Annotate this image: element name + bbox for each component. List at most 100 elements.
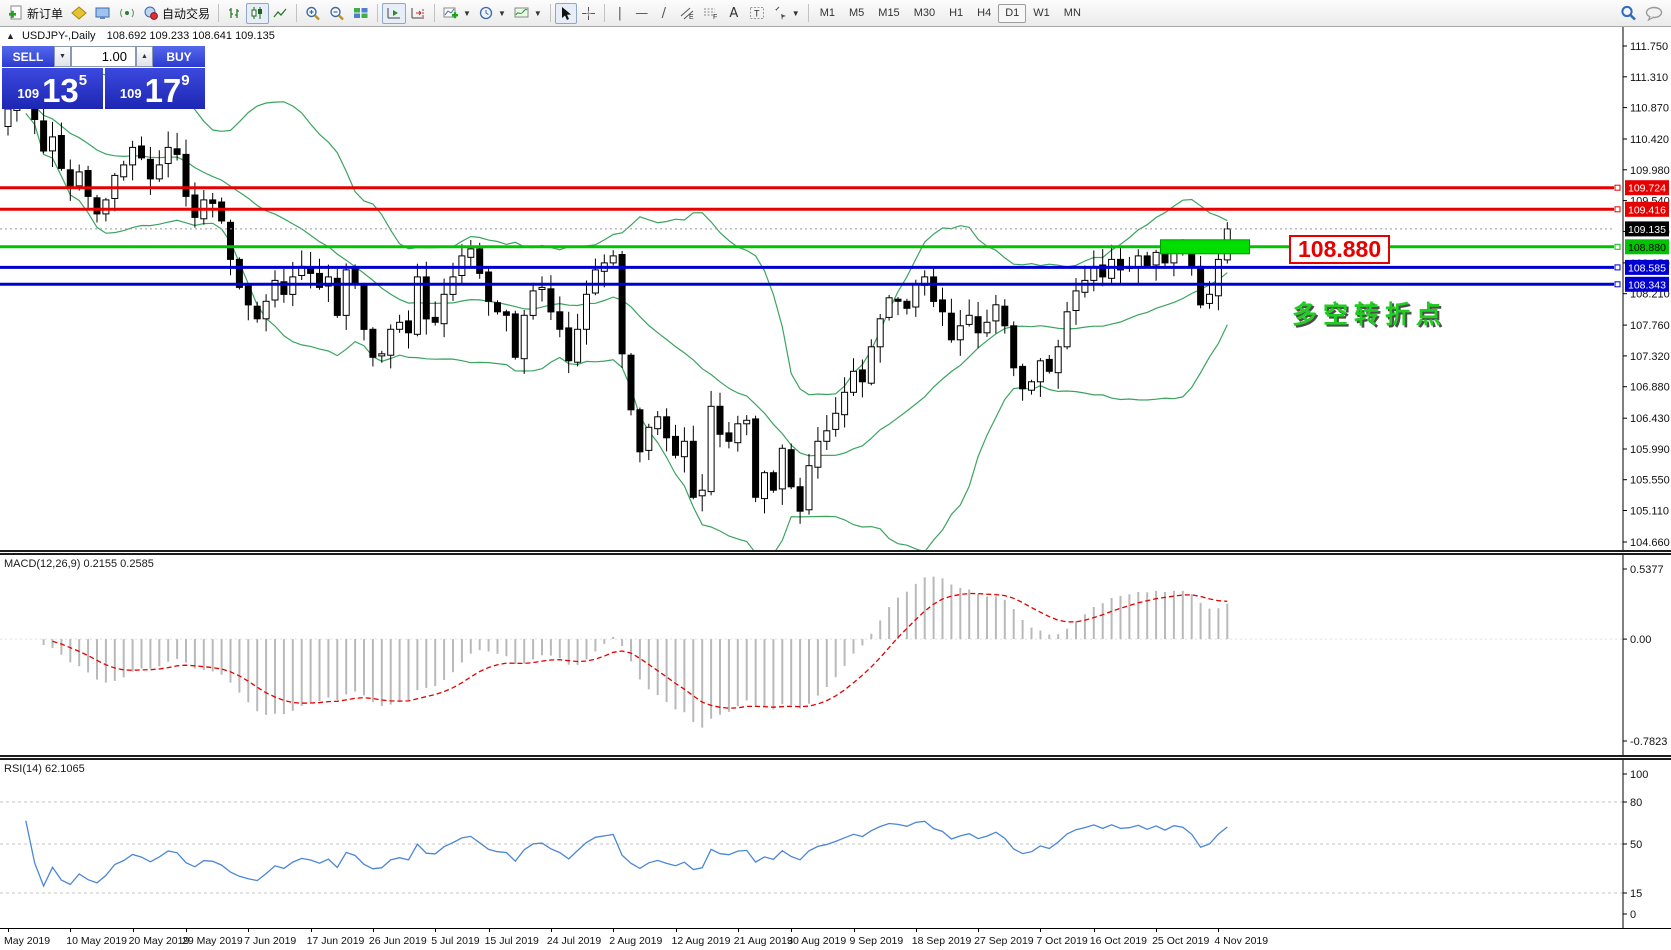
volume-increase-button[interactable]: ▲ xyxy=(136,46,153,67)
terminal-button[interactable] xyxy=(91,3,115,24)
date-tick xyxy=(1218,929,1219,932)
text-label-tool-button[interactable]: T xyxy=(745,3,769,24)
trendline-tool-button[interactable]: / xyxy=(653,3,675,24)
auto-scroll-button[interactable] xyxy=(382,3,406,24)
date-tick xyxy=(133,929,134,932)
tile-windows-button[interactable] xyxy=(349,3,373,24)
sell-button[interactable]: SELL xyxy=(2,46,54,67)
svg-text:108.585: 108.585 xyxy=(1628,262,1666,274)
timeframe-mn-button[interactable]: MN xyxy=(1057,4,1088,23)
timeframe-m15-button[interactable]: M15 xyxy=(871,4,906,23)
main-toolbar: 新订单 自动交易 xyxy=(0,0,1671,27)
dropdown-caret-icon: ▼ xyxy=(534,9,542,18)
new-order-label: 新订单 xyxy=(27,5,63,22)
date-label: 2 Aug 2019 xyxy=(609,935,662,947)
toolbar-separator xyxy=(550,4,551,22)
svg-text:104.660: 104.660 xyxy=(1630,537,1670,549)
volume-input[interactable]: 1.00 xyxy=(71,46,136,67)
buy-price-display[interactable]: 109 17 9 xyxy=(105,68,206,109)
cursor-tool-button[interactable] xyxy=(555,3,577,24)
text-tool-button[interactable]: A xyxy=(723,3,745,24)
svg-text:T: T xyxy=(754,9,760,19)
macd-histogram xyxy=(44,577,1228,728)
date-tick xyxy=(186,929,187,932)
timeframe-w1-button[interactable]: W1 xyxy=(1026,4,1057,23)
new-order-button[interactable]: 新订单 xyxy=(4,3,67,24)
tile-windows-icon xyxy=(353,6,369,20)
chart-symbol-label: USDJPY-,Daily xyxy=(22,30,96,42)
fibonacci-icon: F xyxy=(703,6,719,20)
svg-text:107.760: 107.760 xyxy=(1630,320,1670,332)
date-tick xyxy=(551,929,552,932)
svg-text:106.430: 106.430 xyxy=(1630,413,1670,425)
vertical-line-tool-button[interactable]: | xyxy=(609,3,631,24)
market-watch-button[interactable] xyxy=(67,3,91,24)
search-button[interactable] xyxy=(1616,3,1641,24)
bar-chart-mode-button[interactable] xyxy=(223,3,246,24)
terminal-icon xyxy=(95,6,111,20)
date-tick xyxy=(613,929,614,932)
price-level-callout[interactable]: 108.880 xyxy=(1289,235,1390,264)
template-icon xyxy=(514,6,530,20)
candlestick-chart[interactable]: 111.750111.310110.870110.420109.980109.5… xyxy=(0,27,1671,550)
date-tick xyxy=(8,929,9,932)
turning-point-annotation[interactable]: 多空转折点 xyxy=(1292,295,1447,331)
timeframe-m5-button[interactable]: M5 xyxy=(842,4,871,23)
sell-price-pip: 5 xyxy=(79,72,87,89)
timeframe-d1-button[interactable]: D1 xyxy=(998,4,1026,23)
svg-text:108.880: 108.880 xyxy=(1628,242,1666,254)
svg-text:106.880: 106.880 xyxy=(1630,382,1670,394)
svg-text:-0.7823: -0.7823 xyxy=(1630,736,1667,748)
date-axis[interactable]: May 201910 May 201920 May 201929 May 201… xyxy=(0,928,1671,950)
zoom-out-button[interactable] xyxy=(325,3,349,24)
indicators-button[interactable]: ▼ xyxy=(439,3,475,24)
rsi-chart[interactable]: 1008050150 xyxy=(0,760,1671,928)
crosshair-tool-button[interactable] xyxy=(577,3,600,24)
collapse-trade-panel-icon[interactable]: ▲ xyxy=(6,31,15,41)
fibonacci-tool-button[interactable]: F xyxy=(699,3,723,24)
zoom-out-icon xyxy=(329,6,345,21)
date-label: 7 Jun 2019 xyxy=(244,935,296,947)
text-icon: A xyxy=(729,6,738,21)
date-label: 29 May 2019 xyxy=(182,935,243,947)
timeframe-h1-button[interactable]: H1 xyxy=(942,4,970,23)
candlestick-mode-button[interactable] xyxy=(246,3,269,24)
signals-button[interactable] xyxy=(115,3,139,24)
horizontal-line-tool-button[interactable]: — xyxy=(631,3,653,24)
templates-button[interactable]: ▼ xyxy=(510,3,546,24)
timeframe-h4-button[interactable]: H4 xyxy=(970,4,998,23)
svg-text:80: 80 xyxy=(1630,797,1642,809)
periods-button[interactable]: ▼ xyxy=(475,3,510,24)
line-chart-icon xyxy=(273,6,288,20)
chat-button[interactable] xyxy=(1641,3,1667,24)
timeframe-m30-button[interactable]: M30 xyxy=(907,4,942,23)
buy-button[interactable]: BUY xyxy=(153,46,205,67)
date-label: 27 Sep 2019 xyxy=(974,935,1034,947)
date-label: 15 Jul 2019 xyxy=(485,935,539,947)
cursor-icon xyxy=(559,6,573,21)
line-chart-mode-button[interactable] xyxy=(269,3,292,24)
auto-trading-button[interactable]: 自动交易 xyxy=(139,3,214,24)
timeframe-m1-button[interactable]: M1 xyxy=(813,4,842,23)
dropdown-caret-icon: ▼ xyxy=(463,9,471,18)
date-label: 7 Oct 2019 xyxy=(1036,935,1087,947)
arrows-tool-button[interactable]: ▼ xyxy=(769,3,804,24)
svg-text:111.310: 111.310 xyxy=(1630,72,1668,84)
date-label: 20 May 2019 xyxy=(129,935,190,947)
date-tick xyxy=(738,929,739,932)
macd-chart[interactable]: 0.53770.00-0.7823 xyxy=(0,555,1671,755)
horizontal-line-icon: — xyxy=(635,6,648,21)
zoom-in-button[interactable] xyxy=(301,3,325,24)
sell-price-display[interactable]: 109 13 5 xyxy=(2,68,103,109)
svg-text:F: F xyxy=(713,14,717,20)
svg-text:110.420: 110.420 xyxy=(1630,134,1669,146)
volume-decrease-button[interactable]: ▼ xyxy=(54,46,71,67)
gold-icon xyxy=(71,6,87,20)
zoom-in-icon xyxy=(305,6,321,21)
toolbar-separator xyxy=(604,4,605,22)
channel-tool-button[interactable]: E xyxy=(675,3,699,24)
chart-shift-button[interactable] xyxy=(406,3,430,24)
arrows-icon xyxy=(773,6,788,20)
new-order-icon xyxy=(8,5,24,21)
svg-text:105.110: 105.110 xyxy=(1630,506,1669,518)
